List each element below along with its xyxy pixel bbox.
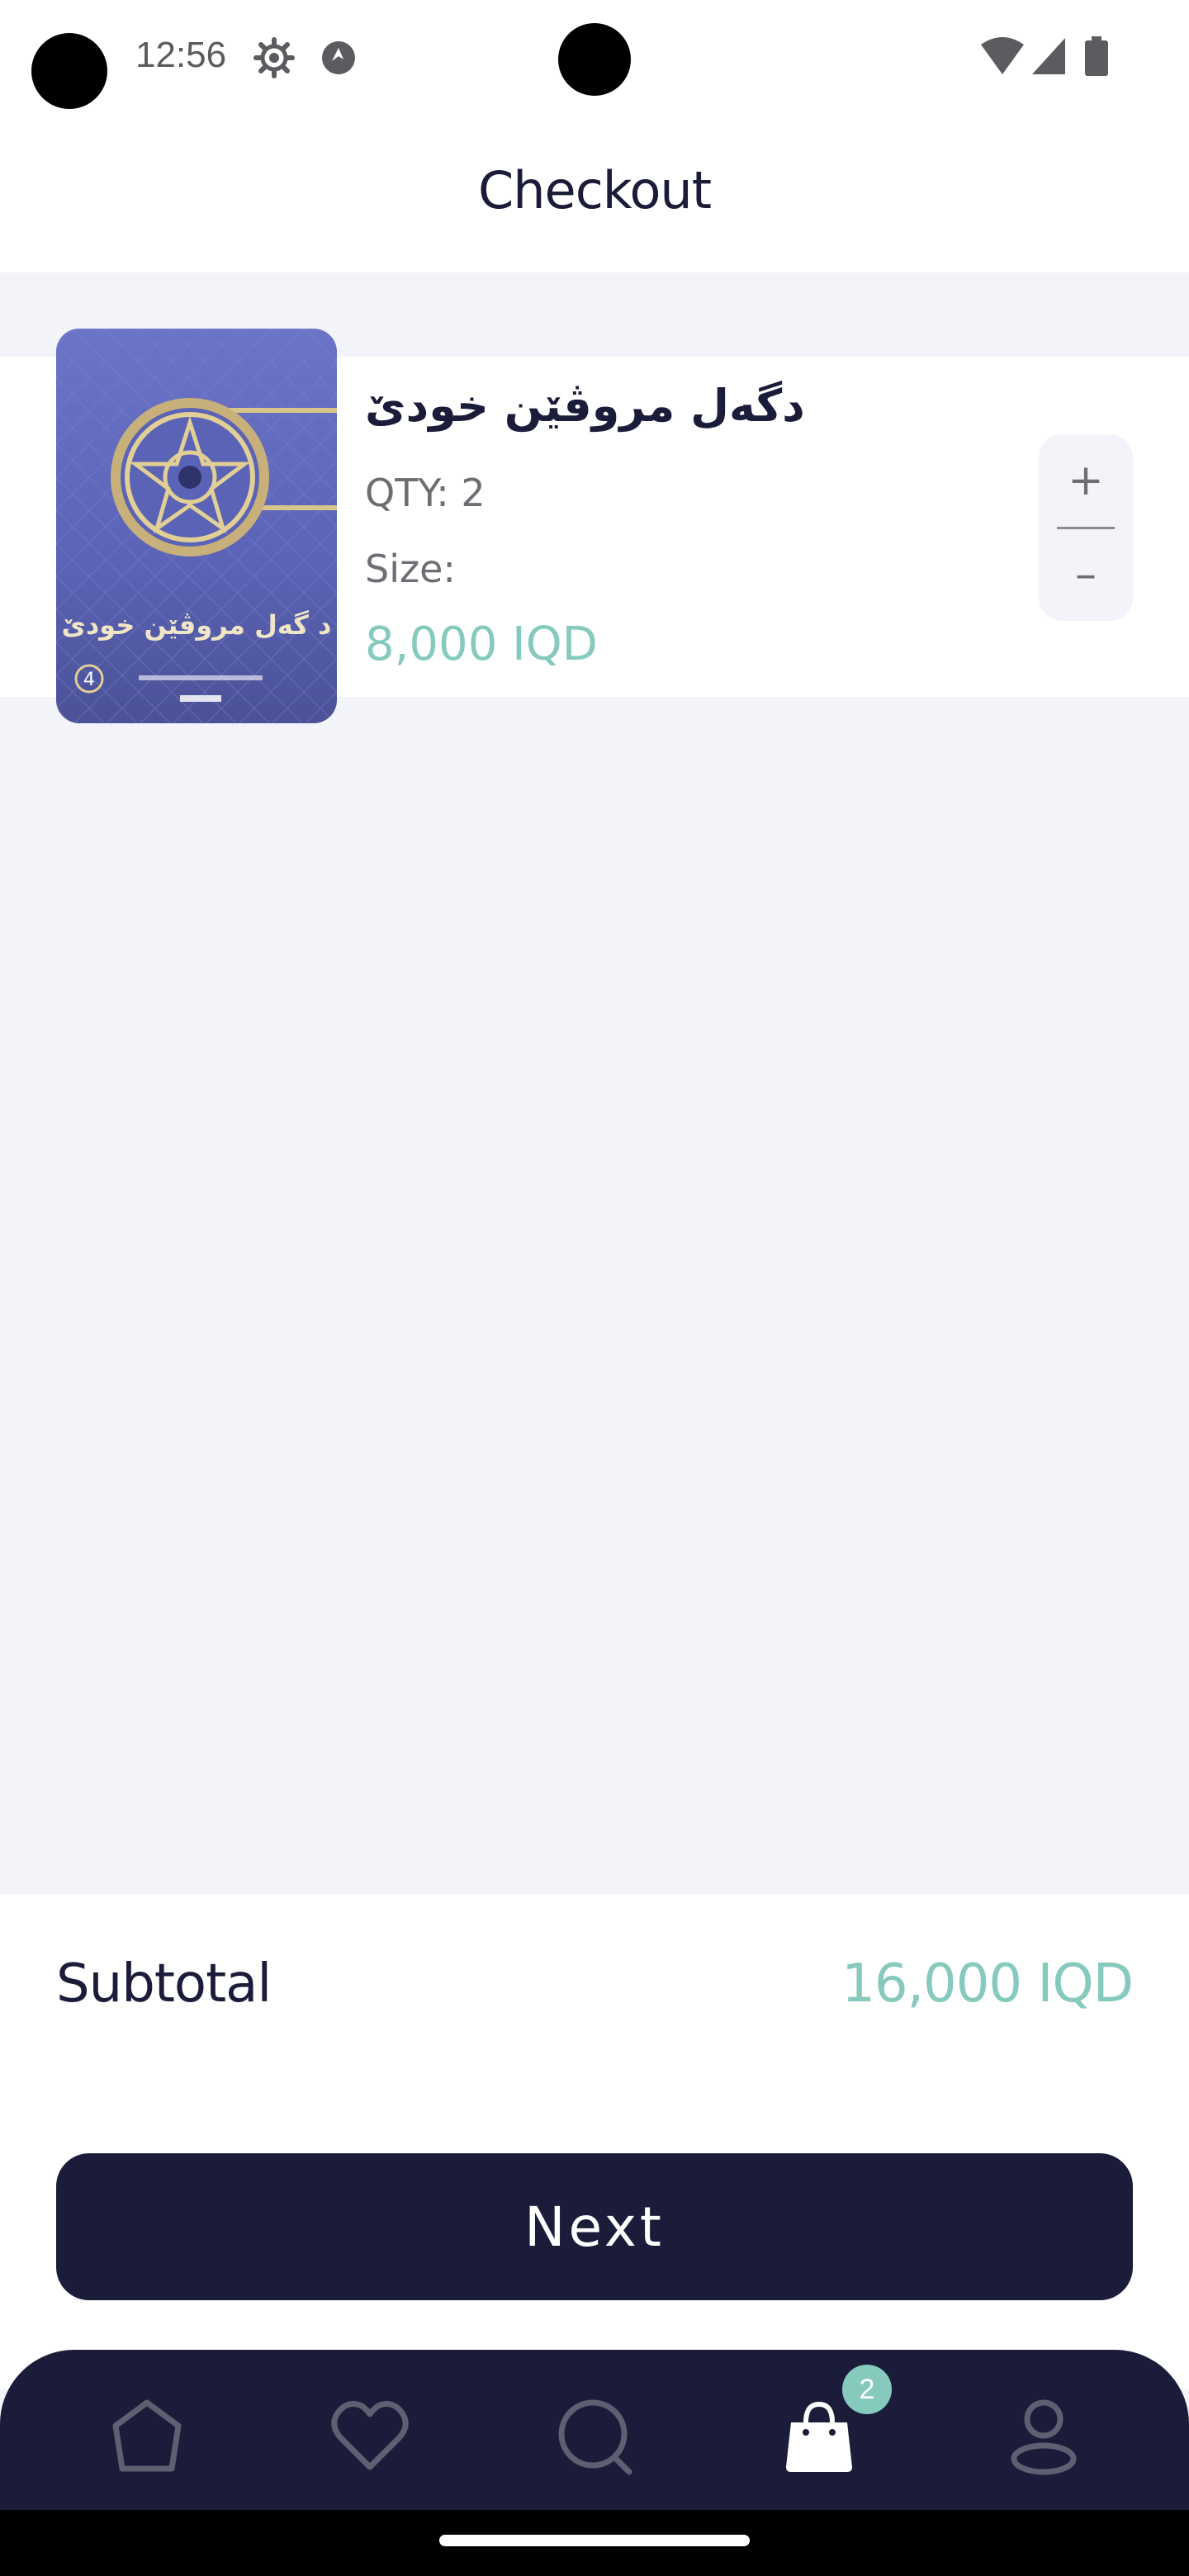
status-time: 12:56 [135, 35, 227, 75]
camera-cutout-center [558, 23, 631, 96]
increment-button[interactable]: + [1039, 434, 1133, 527]
cart-badge: 2 [842, 2365, 892, 2414]
product-size: Size: [365, 547, 456, 591]
checkout-screen: 12:56 Checkout د گەل مروڤێن خودێ 4 دگەل … [0, 0, 1189, 2576]
page-title: Checkout [477, 160, 712, 220]
product-image: د گەل مروڤێن خودێ 4 [56, 329, 337, 723]
heart-icon[interactable] [320, 2386, 419, 2485]
subtotal-value: 16,000 IQD [841, 1953, 1134, 2015]
battery-icon [1085, 36, 1108, 79]
camera-cutout [31, 33, 107, 109]
cover-badge: 4 [83, 670, 95, 690]
home-indicator[interactable] [439, 2535, 750, 2546]
notification-icon [317, 36, 360, 83]
chat-icon[interactable] [545, 2386, 644, 2485]
cover-title: د گەل مروڤێن خودێ [62, 609, 332, 641]
status-bar: 12:56 [0, 0, 1189, 124]
subtotal-label: Subtotal [56, 1953, 272, 2015]
product-name: دگەل مروڤێن خودێ [365, 380, 805, 432]
signal-icon [1030, 36, 1067, 79]
product-qty: QTY: 2 [365, 471, 486, 515]
profile-icon[interactable] [994, 2386, 1093, 2485]
quantity-stepper: + – [1039, 434, 1133, 621]
product-price: 8,000 IQD [365, 618, 598, 671]
decrement-button[interactable]: – [1039, 528, 1133, 621]
wifi-icon [979, 36, 1026, 79]
next-button[interactable]: Next [56, 2153, 1133, 2300]
settings-icon [253, 36, 296, 83]
header: Checkout [0, 124, 1189, 272]
home-icon[interactable] [97, 2386, 197, 2485]
